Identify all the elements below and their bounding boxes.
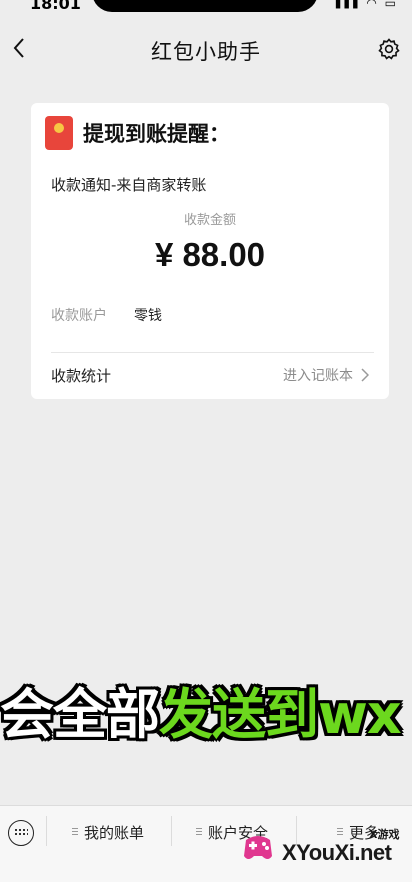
stats-label: 收款统计	[51, 367, 112, 385]
watermark-domain-text: XYouXi.net	[282, 840, 392, 865]
amount-label: 收款金额	[183, 213, 236, 228]
menu-icon	[196, 828, 202, 836]
divider	[51, 352, 374, 353]
status-time: 18:01	[30, 0, 81, 13]
account-label: 收款账户	[51, 308, 107, 324]
signal-wifi-battery-icon: ▮▮▮ ◠ ▭	[334, 0, 398, 10]
site-watermark: X游戏 XYouXi.net	[236, 826, 412, 876]
chevron-right-icon	[361, 368, 369, 382]
banner-white-text: 会全部	[0, 683, 160, 746]
gamepad-logo-icon	[244, 836, 272, 859]
keyboard-button[interactable]	[8, 820, 34, 846]
menu-divider	[46, 816, 47, 846]
account-value: 零钱	[134, 308, 162, 324]
red-packet-icon	[45, 116, 73, 150]
status-bar: 18:01 ▮▮▮ ◠ ▭	[0, 0, 412, 22]
page-title: 红包小助手	[151, 40, 261, 64]
notification-card: 提现到账提醒： 收款通知-来自商家转账 收款金额 ¥ 88.00 收款账户 零钱…	[31, 103, 389, 399]
settings-button[interactable]	[376, 36, 402, 62]
keyboard-icon	[14, 828, 28, 836]
card-header: 提现到账提醒：	[31, 103, 389, 159]
nav-bar: 红包小助手	[0, 22, 412, 78]
caption-banner: 会全部发送到wx	[0, 675, 412, 755]
gear-icon	[378, 38, 400, 60]
menu-item-my-bills[interactable]: 我的账单	[72, 820, 144, 844]
camera-notch	[92, 0, 318, 12]
card-subtitle: 收款通知-来自商家转账	[51, 176, 207, 194]
banner-green-text: 发送到wx	[159, 683, 402, 746]
ledger-link-label: 进入记账本	[283, 368, 353, 384]
amount-value: ¥ 88.00	[154, 236, 266, 273]
menu-item-label: 我的账单	[84, 823, 145, 842]
menu-icon	[72, 828, 78, 836]
card-title: 提现到账提醒：	[83, 122, 230, 146]
menu-divider	[171, 816, 172, 846]
ledger-link[interactable]: 进入记账本	[283, 365, 369, 385]
